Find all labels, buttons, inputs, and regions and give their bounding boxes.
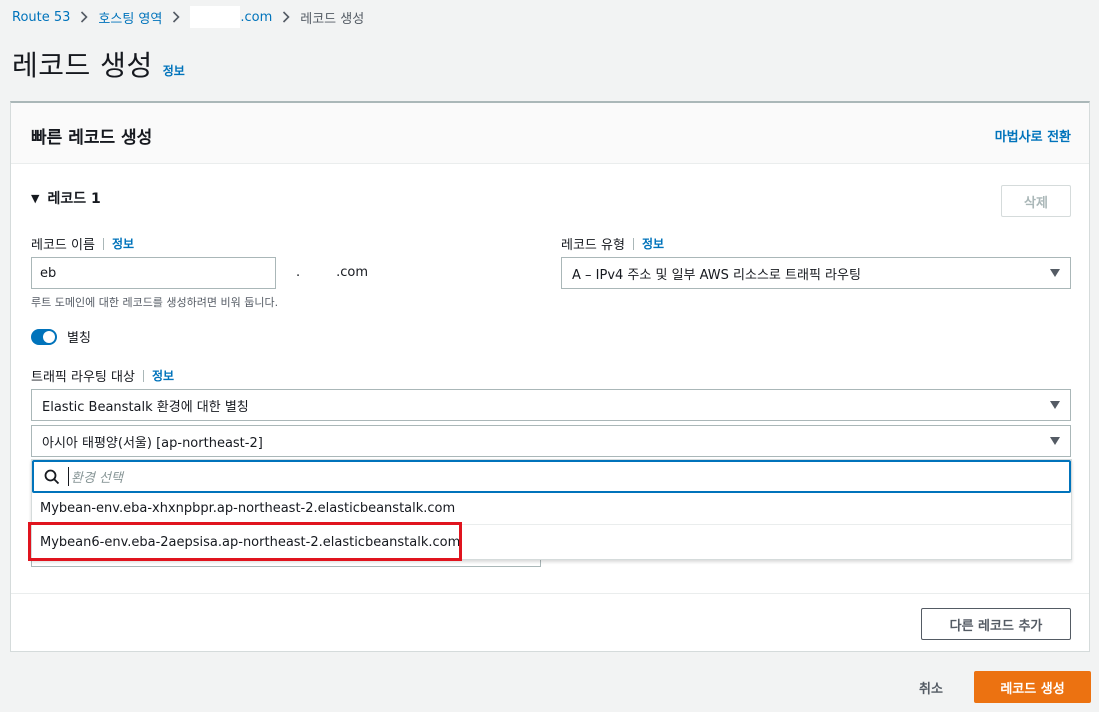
record-name-label: 레코드 이름 정보 (31, 234, 134, 253)
region-value: 아시아 태평양(서울) [ap-northeast-2] (42, 435, 263, 451)
domain-suffix-tld: .com (336, 265, 369, 280)
caret-down-icon (1050, 269, 1060, 277)
record-name-label-text: 레코드 이름 (31, 238, 95, 253)
record-type-label-text: 레코드 유형 (561, 238, 625, 253)
domain-suffix-dot: . (296, 265, 301, 280)
delete-record-button[interactable]: 삭제 (1001, 185, 1071, 217)
routing-target-label-text: 트래픽 라우팅 대상 (31, 370, 135, 385)
record-type-label: 레코드 유형 정보 (561, 234, 664, 253)
environment-dropdown: 환경 선택 Mybean-env.eba-xhxnpbpr.ap-northea… (31, 459, 1072, 560)
breadcrumb-domain[interactable]: .com (240, 10, 272, 25)
panel-footer-divider (11, 593, 1089, 594)
redacted-domain-mask (190, 6, 241, 28)
chevron-right-icon (172, 11, 180, 23)
routing-target-info-link[interactable]: 정보 (142, 369, 174, 382)
chevron-right-icon (282, 11, 290, 23)
breadcrumb-route53[interactable]: Route 53 (12, 10, 70, 25)
environment-search-input[interactable]: 환경 선택 (32, 460, 1071, 493)
environment-option[interactable]: Mybean6-env.eba-2aepsisa.ap-northeast-2.… (32, 526, 1071, 558)
record-type-info-link[interactable]: 정보 (632, 237, 664, 250)
panel-title: 빠른 레코드 생성 (31, 128, 153, 148)
alias-label: 별칭 (67, 331, 91, 346)
alias-toggle[interactable] (31, 328, 57, 345)
switch-to-wizard-link[interactable]: 마법사로 전환 (995, 126, 1071, 145)
domain-suffix: . .com (296, 265, 368, 280)
record-section-title: 레코드 1 (47, 191, 101, 207)
breadcrumb-hosted-zones[interactable]: 호스팅 영역 (98, 8, 162, 27)
routing-target-value: Elastic Beanstalk 환경에 대한 별칭 (42, 399, 249, 415)
cancel-button[interactable]: 취소 (904, 672, 958, 702)
record-name-info-link[interactable]: 정보 (102, 237, 134, 250)
page-info-link[interactable]: 정보 (163, 62, 185, 79)
caret-down-icon: ▼ (31, 191, 40, 205)
record-type-select[interactable]: A – IPv4 주소 및 일부 AWS 리소스로 트래픽 라우팅 (561, 257, 1071, 289)
routing-target-label: 트래픽 라우팅 대상 정보 (31, 366, 174, 385)
record-name-hint: 루트 도메인에 대한 레코드를 생성하려면 비워 둡니다. (31, 296, 279, 309)
record-name-value: eb (40, 265, 57, 281)
region-select[interactable]: 아시아 태평양(서울) [ap-northeast-2] (31, 425, 1071, 457)
create-records-button[interactable]: 레코드 생성 (974, 671, 1091, 703)
record-type-value: A – IPv4 주소 및 일부 AWS 리소스로 트래픽 라우팅 (572, 267, 861, 283)
breadcrumb: Route 53 호스팅 영역 .com 레코드 생성 (12, 6, 365, 28)
caret-down-icon (1050, 437, 1060, 445)
page-title-row: 레코드 생성 정보 (12, 44, 185, 84)
environment-search-placeholder: 환경 선택 (68, 467, 123, 486)
record-section-toggle[interactable]: ▼ 레코드 1 (31, 188, 101, 208)
panel-header: 빠른 레코드 생성 마법사로 전환 (11, 103, 1089, 164)
page-title: 레코드 생성 (12, 49, 153, 82)
chevron-right-icon (80, 11, 89, 23)
environment-option[interactable]: Mybean-env.eba-xhxnpbpr.ap-northeast-2.e… (32, 493, 1071, 525)
search-icon (44, 469, 60, 484)
record-name-input[interactable]: eb (31, 257, 276, 289)
routing-target-select[interactable]: Elastic Beanstalk 환경에 대한 별칭 (31, 389, 1071, 421)
breadcrumb-current: 레코드 생성 (300, 11, 365, 27)
add-another-record-button[interactable]: 다른 레코드 추가 (921, 608, 1071, 640)
quick-create-panel: 빠른 레코드 생성 마법사로 전환 ▼ 레코드 1 삭제 레코드 이름 정보 e… (10, 101, 1090, 652)
caret-down-icon (1050, 401, 1060, 409)
alias-toggle-row: 별칭 (31, 327, 91, 346)
